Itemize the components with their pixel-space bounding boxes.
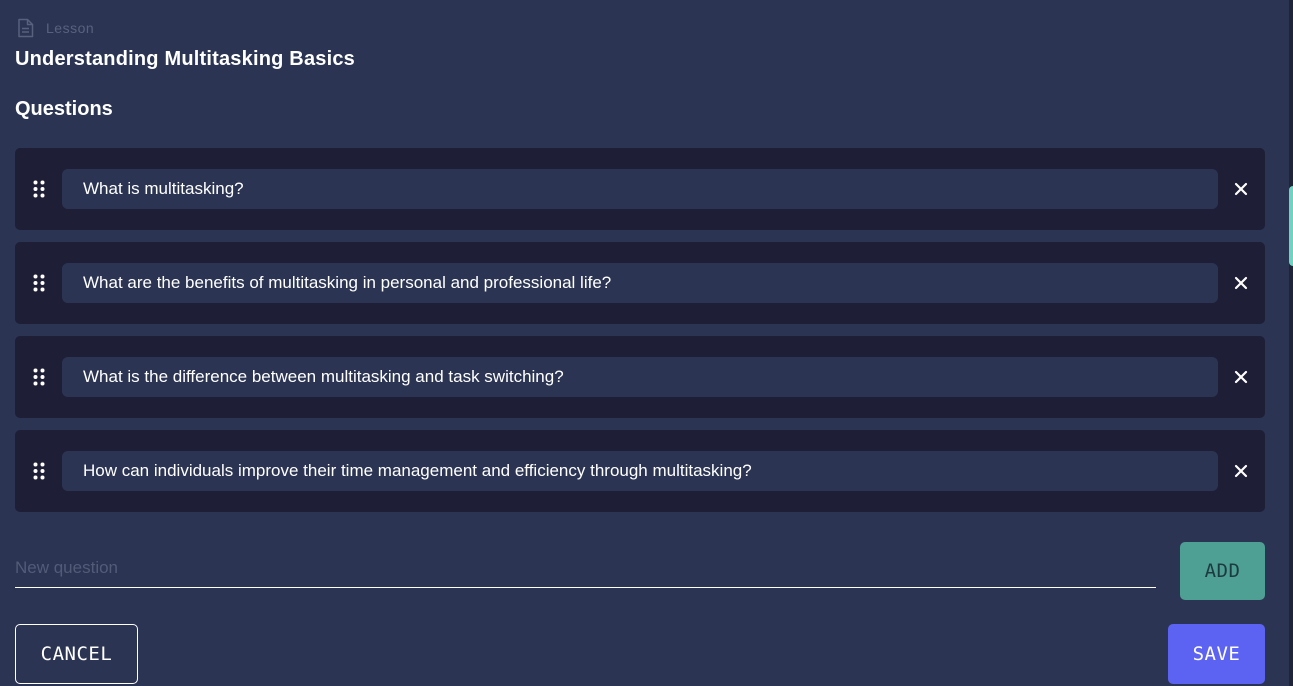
- add-question-button[interactable]: ADD: [1180, 542, 1265, 600]
- question-item: What is multitasking?: [15, 148, 1265, 230]
- document-icon: [17, 18, 34, 38]
- right-edge-strip: [1289, 0, 1293, 686]
- question-text-field[interactable]: What is the difference between multitask…: [62, 357, 1218, 397]
- save-button[interactable]: SAVE: [1168, 624, 1265, 684]
- close-icon[interactable]: [1233, 463, 1249, 479]
- drag-handle-icon[interactable]: [33, 180, 45, 198]
- question-item: What are the benefits of multitasking in…: [15, 242, 1265, 324]
- breadcrumb-label: Lesson: [46, 20, 95, 36]
- drag-handle-icon[interactable]: [33, 274, 45, 292]
- close-icon[interactable]: [1233, 369, 1249, 385]
- close-icon[interactable]: [1233, 275, 1249, 291]
- question-item: How can individuals improve their time m…: [15, 430, 1265, 512]
- question-text-field[interactable]: How can individuals improve their time m…: [62, 451, 1218, 491]
- drag-handle-icon[interactable]: [33, 462, 45, 480]
- question-item: What is the difference between multitask…: [15, 336, 1265, 418]
- question-text-field[interactable]: What are the benefits of multitasking in…: [62, 263, 1218, 303]
- drag-handle-icon[interactable]: [33, 368, 45, 386]
- question-text-field[interactable]: What is multitasking?: [62, 169, 1218, 209]
- breadcrumb: Lesson: [17, 18, 94, 38]
- new-question-input[interactable]: [15, 548, 1156, 588]
- lesson-title: Understanding Multitasking Basics: [15, 48, 355, 70]
- questions-list: What is multitasking? What are the benef…: [15, 148, 1265, 524]
- cancel-button[interactable]: CANCEL: [15, 624, 138, 684]
- questions-heading: Questions: [15, 98, 113, 120]
- side-panel-tab[interactable]: [1289, 186, 1293, 266]
- close-icon[interactable]: [1233, 181, 1249, 197]
